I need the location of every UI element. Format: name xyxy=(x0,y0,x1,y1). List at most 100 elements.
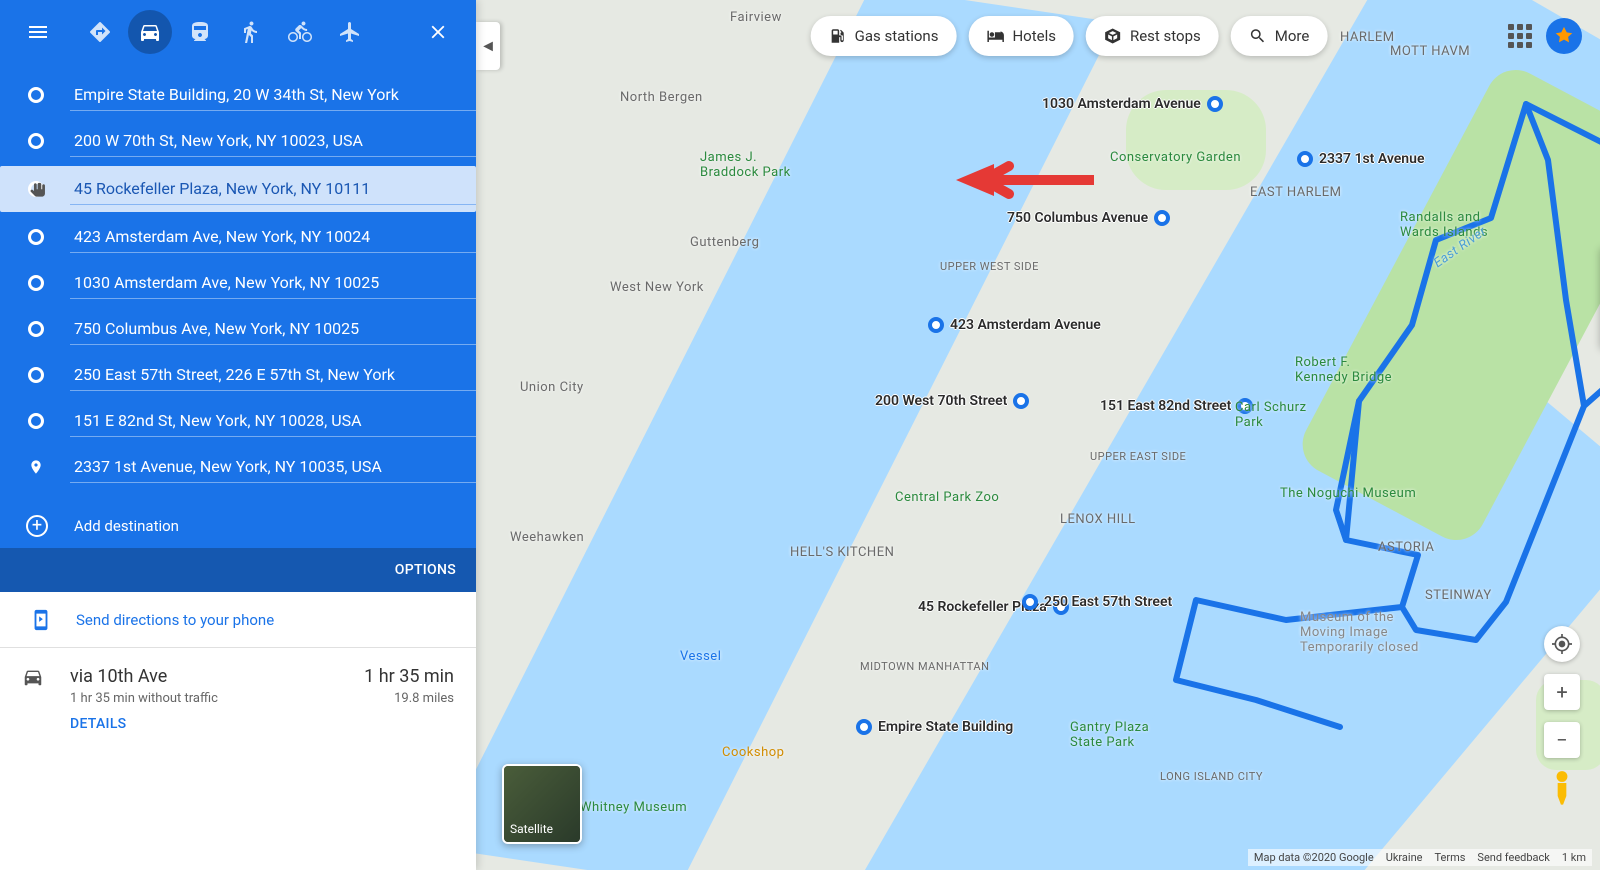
destination-dot xyxy=(28,459,44,475)
waypoint-row-1[interactable]: 200 W 70th St, New York, NY 10023, USA xyxy=(0,118,476,164)
mode-best[interactable] xyxy=(78,10,122,54)
avatar-icon xyxy=(1553,25,1575,47)
mode-flights[interactable] xyxy=(328,10,372,54)
walk-icon xyxy=(238,20,262,44)
map-area-label: ASTORIA xyxy=(1378,540,1434,555)
route-distance: 19.8 miles xyxy=(364,691,454,706)
google-apps-button[interactable] xyxy=(1508,24,1532,48)
map-canvas[interactable]: ◄ 200 West 70th Street 1030 Amsterdam Ave… xyxy=(476,0,1600,870)
chip-rest-stops[interactable]: Rest stops xyxy=(1086,16,1219,56)
waypoint-row-4[interactable]: 1030 Amsterdam Ave, New York, NY 10025 xyxy=(0,260,476,306)
map-poi-label[interactable]: James J.Braddock Park xyxy=(700,150,791,180)
waypoint-input[interactable]: 1030 Amsterdam Ave, New York, NY 10025 xyxy=(70,267,476,299)
map-waypoint-2[interactable]: 750 Columbus Avenue xyxy=(1007,210,1170,226)
waypoint-marker xyxy=(1013,393,1029,409)
route-summary-card[interactable]: via 10th Ave 1 hr 35 min without traffic… xyxy=(0,648,476,746)
gas-icon xyxy=(829,27,847,45)
map-waypoint-3[interactable]: 423 Amsterdam Avenue xyxy=(928,317,1101,333)
waypoint-marker xyxy=(856,719,872,735)
layers-toggle[interactable]: Satellite xyxy=(502,764,582,844)
waypoint-label: 250 East 57th Street xyxy=(1044,594,1172,610)
send-to-phone-button[interactable]: Send directions to your phone xyxy=(0,592,476,648)
chip-more[interactable]: More xyxy=(1231,16,1328,56)
zoom-out-button[interactable]: − xyxy=(1544,722,1580,758)
route-details-button[interactable]: DETAILS xyxy=(70,716,364,732)
map-poi-label[interactable]: Cookshop xyxy=(722,745,784,760)
waypoint-input[interactable]: 45 Rockefeller Plaza, New York, NY 10111 xyxy=(70,173,476,205)
map-area-label: Union City xyxy=(520,380,584,395)
map-poi-label[interactable]: Robert F.Kennedy Bridge xyxy=(1295,355,1392,385)
waypoint-marker xyxy=(928,317,944,333)
map-poi-label[interactable]: Carl SchurzPark xyxy=(1235,400,1307,430)
map-area-label: Steinway xyxy=(1425,588,1492,603)
waypoint-marker xyxy=(1207,96,1223,112)
place-icon xyxy=(28,459,44,475)
waypoint-row-7[interactable]: 151 E 82nd St, New York, NY 10028, USA xyxy=(0,398,476,444)
attribution-terms[interactable]: Terms xyxy=(1435,851,1466,864)
search-chips: Gas stations Hotels Rest stops More xyxy=(811,16,1328,56)
waypoint-input[interactable]: 2337 1st Avenue, New York, NY 10035, USA xyxy=(70,451,476,483)
map-waypoint-7[interactable]: Empire State Building xyxy=(856,719,1013,735)
map-waypoint-4[interactable]: 151 East 82nd Street xyxy=(1100,398,1253,414)
waypoint-row-0[interactable]: Empire State Building, 20 W 34th St, New… xyxy=(0,72,476,118)
close-icon xyxy=(427,21,449,43)
map-poi-label[interactable]: Central Park Zoo xyxy=(895,490,999,505)
menu-button[interactable] xyxy=(18,12,58,52)
close-directions-button[interactable] xyxy=(418,12,458,52)
map-waypoint-0[interactable]: 200 West 70th Street xyxy=(875,393,1029,409)
chip-hotels[interactable]: Hotels xyxy=(968,16,1074,56)
waypoint-row-5[interactable]: 750 Columbus Ave, New York, NY 10025 xyxy=(0,306,476,352)
map-poi-label[interactable]: The Noguchi Museum xyxy=(1280,486,1416,501)
attribution-country[interactable]: Ukraine xyxy=(1386,851,1423,864)
waypoint-input[interactable]: 151 E 82nd St, New York, NY 10028, USA xyxy=(70,405,476,437)
bike-icon xyxy=(288,20,312,44)
waypoint-label: 2337 1st Avenue xyxy=(1319,151,1424,167)
attribution-feedback[interactable]: Send feedback xyxy=(1477,851,1549,864)
add-destination-button[interactable]: + Add destination xyxy=(0,504,476,548)
map-area-label: MIDTOWN MANHATTAN xyxy=(860,660,989,673)
map-poi-label[interactable]: Conservatory Garden xyxy=(1110,150,1241,165)
options-label: OPTIONS xyxy=(395,562,456,578)
target-icon xyxy=(1552,634,1572,654)
waypoint-row-3[interactable]: 423 Amsterdam Ave, New York, NY 10024 xyxy=(0,214,476,260)
waypoint-row-8[interactable]: 2337 1st Avenue, New York, NY 10035, USA xyxy=(0,444,476,490)
waypoint-input[interactable]: 750 Columbus Ave, New York, NY 10025 xyxy=(70,313,476,345)
waypoint-input[interactable]: 250 East 57th Street, 226 E 57th St, New… xyxy=(70,359,476,391)
chip-gas-stations[interactable]: Gas stations xyxy=(811,16,957,56)
waypoint-input[interactable]: Empire State Building, 20 W 34th St, New… xyxy=(70,79,476,111)
drag-handle-icon[interactable] xyxy=(28,181,44,197)
pegman-icon xyxy=(1549,770,1575,809)
map-poi-label[interactable]: Gantry PlazaState Park xyxy=(1070,720,1149,750)
map-area-label: North Bergen xyxy=(620,90,703,105)
waypoint-dot xyxy=(28,229,44,245)
train-icon xyxy=(188,20,212,44)
mode-driving[interactable] xyxy=(128,10,172,54)
mode-transit[interactable] xyxy=(178,10,222,54)
account-avatar[interactable] xyxy=(1546,18,1582,54)
map-poi-label[interactable]: Whitney Museum xyxy=(580,800,687,815)
waypoint-row-2[interactable]: 45 Rockefeller Plaza, New York, NY 10111 xyxy=(0,166,476,212)
add-destination-label: Add destination xyxy=(74,517,179,535)
my-location-button[interactable] xyxy=(1544,626,1580,662)
waypoint-row-6[interactable]: 250 East 57th Street, 226 E 57th St, New… xyxy=(0,352,476,398)
attribution-scale: 1 km xyxy=(1562,851,1586,864)
map-waypoint-1[interactable]: 1030 Amsterdam Avenue xyxy=(1042,96,1223,112)
waypoint-dot xyxy=(28,321,44,337)
map-attribution: Map data ©2020 Google Ukraine Terms Send… xyxy=(1248,849,1592,866)
pegman-button[interactable] xyxy=(1549,770,1575,810)
map-poi-label[interactable]: Vessel xyxy=(680,649,721,664)
zoom-in-button[interactable]: + xyxy=(1544,674,1580,710)
grab-icon xyxy=(28,181,50,203)
collapse-sidebar-button[interactable]: ◄ xyxy=(476,22,500,70)
map-poi-label[interactable]: Museum of theMoving ImageTemporarily clo… xyxy=(1300,610,1419,655)
car-icon xyxy=(138,20,162,44)
waypoint-input[interactable]: 423 Amsterdam Ave, New York, NY 10024 xyxy=(70,221,476,253)
options-button[interactable]: OPTIONS xyxy=(0,548,476,592)
map-waypoint-6[interactable]: 250 East 57th Street xyxy=(1022,594,1172,610)
mode-walking[interactable] xyxy=(228,10,272,54)
waypoint-input[interactable]: 200 W 70th St, New York, NY 10023, USA xyxy=(70,125,476,157)
car-icon xyxy=(22,666,44,688)
plus-circle-icon: + xyxy=(26,515,48,537)
map-waypoint-8[interactable]: 2337 1st Avenue xyxy=(1297,151,1424,167)
mode-cycling[interactable] xyxy=(278,10,322,54)
